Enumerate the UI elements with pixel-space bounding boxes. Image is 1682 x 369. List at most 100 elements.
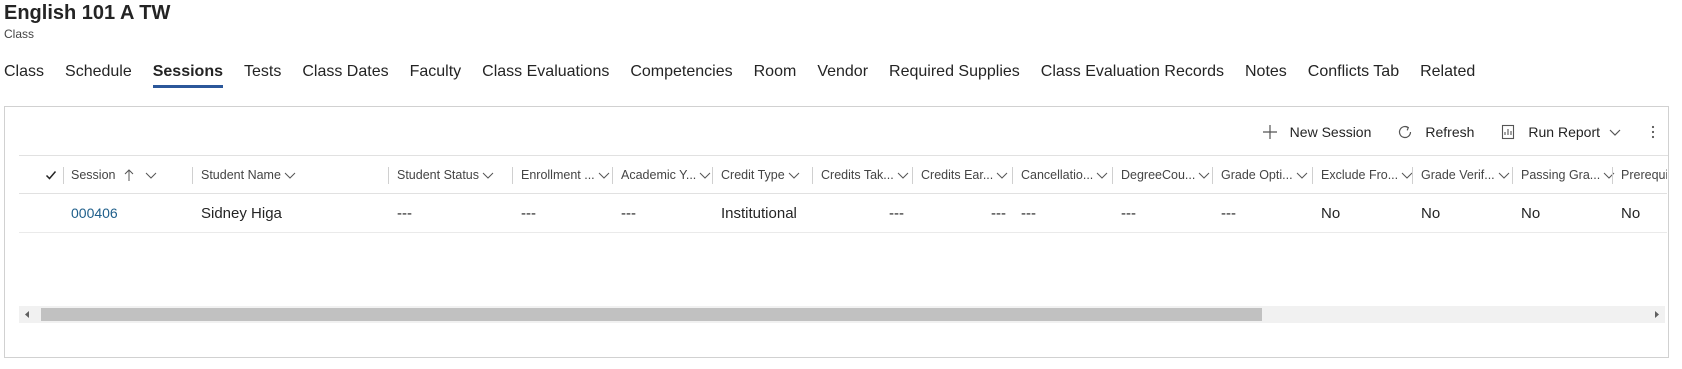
col-header-credits-earned[interactable]: Credits Ear... (921, 157, 1008, 193)
col-header-student-status[interactable]: Student Status (397, 157, 494, 193)
grade-option-cell: --- (1221, 204, 1236, 222)
sessions-subgrid: New Session Refresh Run Report Session S… (4, 106, 1669, 358)
grid-header: Session Student Name Student Status Enro… (19, 157, 1667, 194)
cancellation-cell: --- (1021, 204, 1036, 222)
column-divider (1212, 167, 1213, 184)
enrollment-cell: --- (521, 204, 536, 222)
refresh-button[interactable]: Refresh (1397, 124, 1474, 140)
column-divider (812, 167, 813, 184)
col-header-degree-count[interactable]: DegreeCou... (1121, 157, 1210, 193)
scrollbar-thumb[interactable] (41, 308, 1262, 321)
tab-class-dates[interactable]: Class Dates (302, 60, 388, 84)
new-session-button[interactable]: New Session (1262, 124, 1372, 140)
col-header-label: Exclude Fro... (1321, 168, 1399, 182)
column-divider (192, 167, 193, 184)
tab-sessions[interactable]: Sessions (152, 60, 224, 88)
column-divider (1112, 167, 1113, 184)
chevron-down-icon (1609, 129, 1621, 136)
col-header-label: Passing Gra... (1521, 168, 1601, 182)
chevron-down-icon (897, 172, 909, 179)
checkmark-icon (45, 171, 57, 180)
table-row[interactable]: 000406 Sidney Higa --- --- --- Instituti… (19, 194, 1667, 233)
tab-conflicts[interactable]: Conflicts Tab (1308, 60, 1399, 84)
tab-room[interactable]: Room (754, 60, 797, 84)
chevron-down-icon (996, 172, 1008, 179)
sort-ascending-icon (125, 168, 134, 181)
tab-class-evaluation-records[interactable]: Class Evaluation Records (1041, 60, 1224, 84)
academic-year-cell: --- (621, 204, 636, 222)
plus-icon (1262, 125, 1277, 139)
col-header-label: Grade Verif... (1421, 168, 1495, 182)
col-header-exclude-from[interactable]: Exclude Fro... (1321, 157, 1413, 193)
session-link[interactable]: 000406 (71, 194, 118, 232)
tab-required-supplies[interactable]: Required Supplies (889, 60, 1020, 84)
col-header-label: Grade Opti... (1221, 168, 1293, 182)
new-session-label: New Session (1289, 124, 1372, 140)
credits-taken-cell: --- (889, 204, 904, 222)
select-all-checkbox[interactable] (45, 157, 57, 193)
col-header-credit-type[interactable]: Credit Type (721, 157, 800, 193)
col-header-credits-taken[interactable]: Credits Tak... (821, 157, 909, 193)
scroll-right-arrow-icon[interactable] (1653, 306, 1661, 323)
tab-class[interactable]: Class (4, 60, 44, 84)
more-commands-button[interactable] (1650, 124, 1656, 140)
tab-notes[interactable]: Notes (1245, 60, 1287, 84)
chevron-down-icon (1498, 172, 1510, 179)
chevron-down-icon (146, 172, 157, 179)
col-header-grade-option[interactable]: Grade Opti... (1221, 157, 1308, 193)
column-divider (1012, 167, 1013, 184)
more-vertical-icon (1651, 125, 1655, 139)
chevron-down-icon (1199, 172, 1210, 179)
column-divider (712, 167, 713, 184)
scroll-left-arrow-icon[interactable] (23, 306, 31, 323)
student-status-cell: --- (397, 204, 412, 222)
column-divider (512, 167, 513, 184)
col-header-label: Credits Tak... (821, 168, 894, 182)
col-header-enrollment[interactable]: Enrollment ... (521, 157, 610, 193)
col-header-label: Session (71, 168, 116, 182)
column-divider (63, 167, 64, 184)
col-header-grade-verified[interactable]: Grade Verif... (1421, 157, 1510, 193)
grade-verified-cell: No (1421, 204, 1441, 222)
page-title: English 101 A TW (4, 2, 171, 24)
chevron-down-icon (1296, 172, 1307, 179)
tab-faculty[interactable]: Faculty (410, 60, 462, 84)
student-name-cell: Sidney Higa (201, 204, 282, 222)
degree-count-cell: --- (1121, 204, 1136, 222)
chevron-down-icon (699, 172, 711, 179)
tab-class-evaluations[interactable]: Class Evaluations (482, 60, 609, 84)
tab-vendor[interactable]: Vendor (817, 60, 868, 84)
chevron-down-icon (788, 172, 800, 179)
col-header-label: Enrollment ... (521, 168, 595, 182)
col-header-label: DegreeCou... (1121, 168, 1196, 182)
column-divider (1612, 167, 1613, 184)
column-divider (1312, 167, 1313, 184)
tab-competencies[interactable]: Competencies (630, 60, 732, 84)
col-header-cancellation[interactable]: Cancellatio... (1021, 157, 1108, 193)
column-divider (1512, 167, 1513, 184)
subgrid-toolbar: New Session Refresh Run Report (1236, 119, 1656, 145)
col-header-prerequisite[interactable]: Prerequi (1621, 157, 1667, 193)
run-report-button[interactable]: Run Report (1500, 124, 1622, 140)
horizontal-scrollbar[interactable] (19, 306, 1665, 323)
credits-earned-cell: --- (991, 204, 1006, 222)
col-header-label: Academic Y... (621, 168, 697, 182)
chevron-down-icon (1096, 172, 1108, 179)
tab-related[interactable]: Related (1420, 60, 1475, 84)
chevron-down-icon (598, 172, 609, 179)
col-header-session[interactable]: Session (71, 157, 157, 193)
chevron-down-icon (482, 172, 494, 179)
col-header-student-name[interactable]: Student Name (201, 157, 296, 193)
prerequisite-cell: No (1621, 204, 1641, 222)
tab-schedule[interactable]: Schedule (65, 60, 132, 84)
col-header-passing-grade[interactable]: Passing Gra... (1521, 157, 1615, 193)
col-header-label: Student Status (397, 168, 480, 182)
credit-type-cell: Institutional (721, 204, 797, 222)
col-header-academic-year[interactable]: Academic Y... (621, 157, 711, 193)
chevron-down-icon (1603, 172, 1615, 179)
run-report-label: Run Report (1528, 124, 1600, 140)
passing-grade-cell: No (1521, 204, 1541, 222)
col-header-label: Prerequi (1621, 168, 1667, 182)
tab-tests[interactable]: Tests (244, 60, 281, 84)
refresh-label: Refresh (1425, 124, 1475, 140)
